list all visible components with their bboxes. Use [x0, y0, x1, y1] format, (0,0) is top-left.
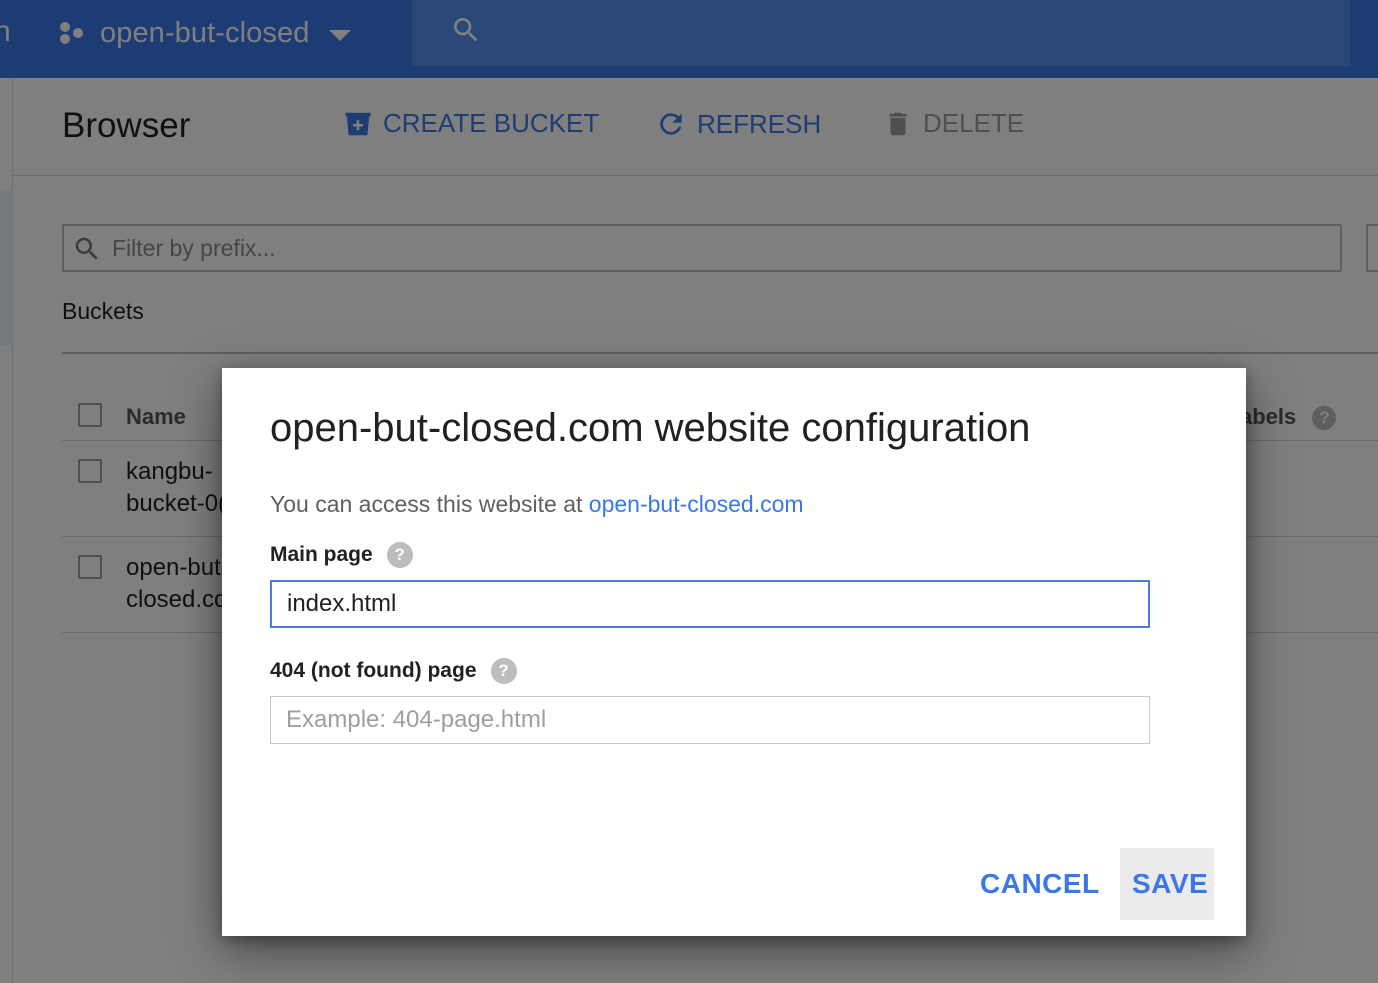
not-found-page-input[interactable]	[271, 697, 1149, 743]
not-found-page-label: 404 (not found) page	[270, 659, 477, 682]
main-page-label-row: Main page ?	[270, 542, 413, 568]
not-found-page-label-row: 404 (not found) page ?	[270, 658, 517, 684]
help-icon[interactable]: ?	[490, 658, 517, 684]
save-button[interactable]: SAVE	[1120, 848, 1214, 920]
main-page-field[interactable]	[270, 580, 1150, 628]
dialog-description: You can access this website at open-but-…	[270, 491, 804, 518]
dialog-title: open-but-closed.com website configuratio…	[270, 406, 1031, 450]
help-icon[interactable]: ?	[386, 542, 413, 568]
website-link[interactable]: open-but-closed.com	[589, 491, 804, 517]
cancel-button[interactable]: CANCEL	[968, 848, 1112, 920]
website-configuration-dialog: open-but-closed.com website configuratio…	[222, 368, 1246, 936]
main-page-label: Main page	[270, 543, 373, 566]
not-found-page-field[interactable]	[270, 696, 1150, 744]
description-text: You can access this website at	[270, 491, 589, 517]
main-page-input[interactable]	[272, 582, 1148, 626]
